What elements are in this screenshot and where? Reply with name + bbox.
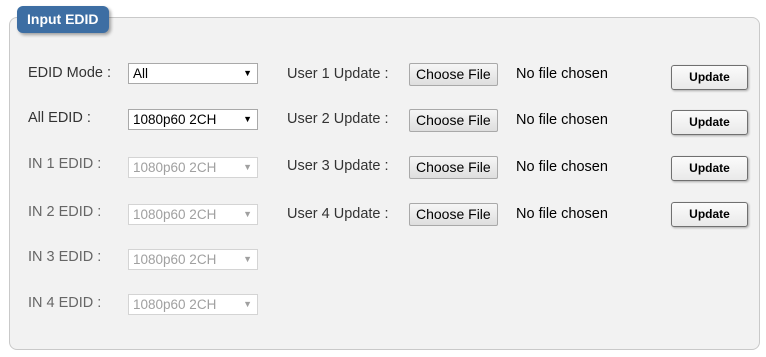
edid-mode-label: EDID Mode : (28, 65, 111, 81)
chevron-down-icon: ▼ (243, 68, 252, 78)
user3-choose-file-button[interactable]: Choose File (409, 156, 498, 179)
user2-choose-file-button[interactable]: Choose File (409, 109, 498, 132)
in3-edid-label: IN 3 EDID : (28, 249, 102, 265)
user1-update-label: User 1 Update : (287, 66, 389, 82)
in3-edid-value: 1080p60 2CH (133, 252, 217, 267)
in1-edid-value: 1080p60 2CH (133, 160, 217, 175)
edid-mode-select[interactable]: All ▼ (128, 63, 258, 84)
all-edid-select[interactable]: 1080p60 2CH ▼ (128, 109, 258, 130)
user3-update-label: User 3 Update : (287, 158, 389, 174)
user4-update-label: User 4 Update : (287, 206, 389, 222)
chevron-down-icon: ▼ (243, 114, 252, 124)
in3-edid-select[interactable]: 1080p60 2CH ▼ (128, 249, 258, 270)
chevron-down-icon: ▼ (243, 254, 252, 264)
in2-edid-value: 1080p60 2CH (133, 207, 217, 222)
in4-edid-value: 1080p60 2CH (133, 297, 217, 312)
user2-update-button[interactable]: Update (671, 110, 748, 135)
in4-edid-select[interactable]: 1080p60 2CH ▼ (128, 294, 258, 315)
in2-edid-select[interactable]: 1080p60 2CH ▼ (128, 204, 258, 225)
panel-title-tab: Input EDID (17, 6, 109, 33)
user4-file-status: No file chosen (516, 206, 608, 222)
in2-edid-label: IN 2 EDID : (28, 204, 102, 220)
user3-update-button[interactable]: Update (671, 156, 748, 181)
edid-mode-value: All (133, 66, 149, 81)
in1-edid-label: IN 1 EDID : (28, 156, 102, 172)
in4-edid-label: IN 4 EDID : (28, 295, 102, 311)
in1-edid-select[interactable]: 1080p60 2CH ▼ (128, 157, 258, 178)
user1-update-button[interactable]: Update (671, 65, 748, 90)
user4-update-button[interactable]: Update (671, 202, 748, 227)
chevron-down-icon: ▼ (243, 209, 252, 219)
all-edid-label: All EDID : (28, 110, 91, 126)
user1-file-status: No file chosen (516, 66, 608, 82)
user4-choose-file-button[interactable]: Choose File (409, 203, 498, 226)
chevron-down-icon: ▼ (243, 299, 252, 309)
user2-update-label: User 2 Update : (287, 111, 389, 127)
all-edid-value: 1080p60 2CH (133, 112, 217, 127)
chevron-down-icon: ▼ (243, 162, 252, 172)
user2-file-status: No file chosen (516, 112, 608, 128)
user1-choose-file-button[interactable]: Choose File (409, 63, 498, 86)
user3-file-status: No file chosen (516, 159, 608, 175)
